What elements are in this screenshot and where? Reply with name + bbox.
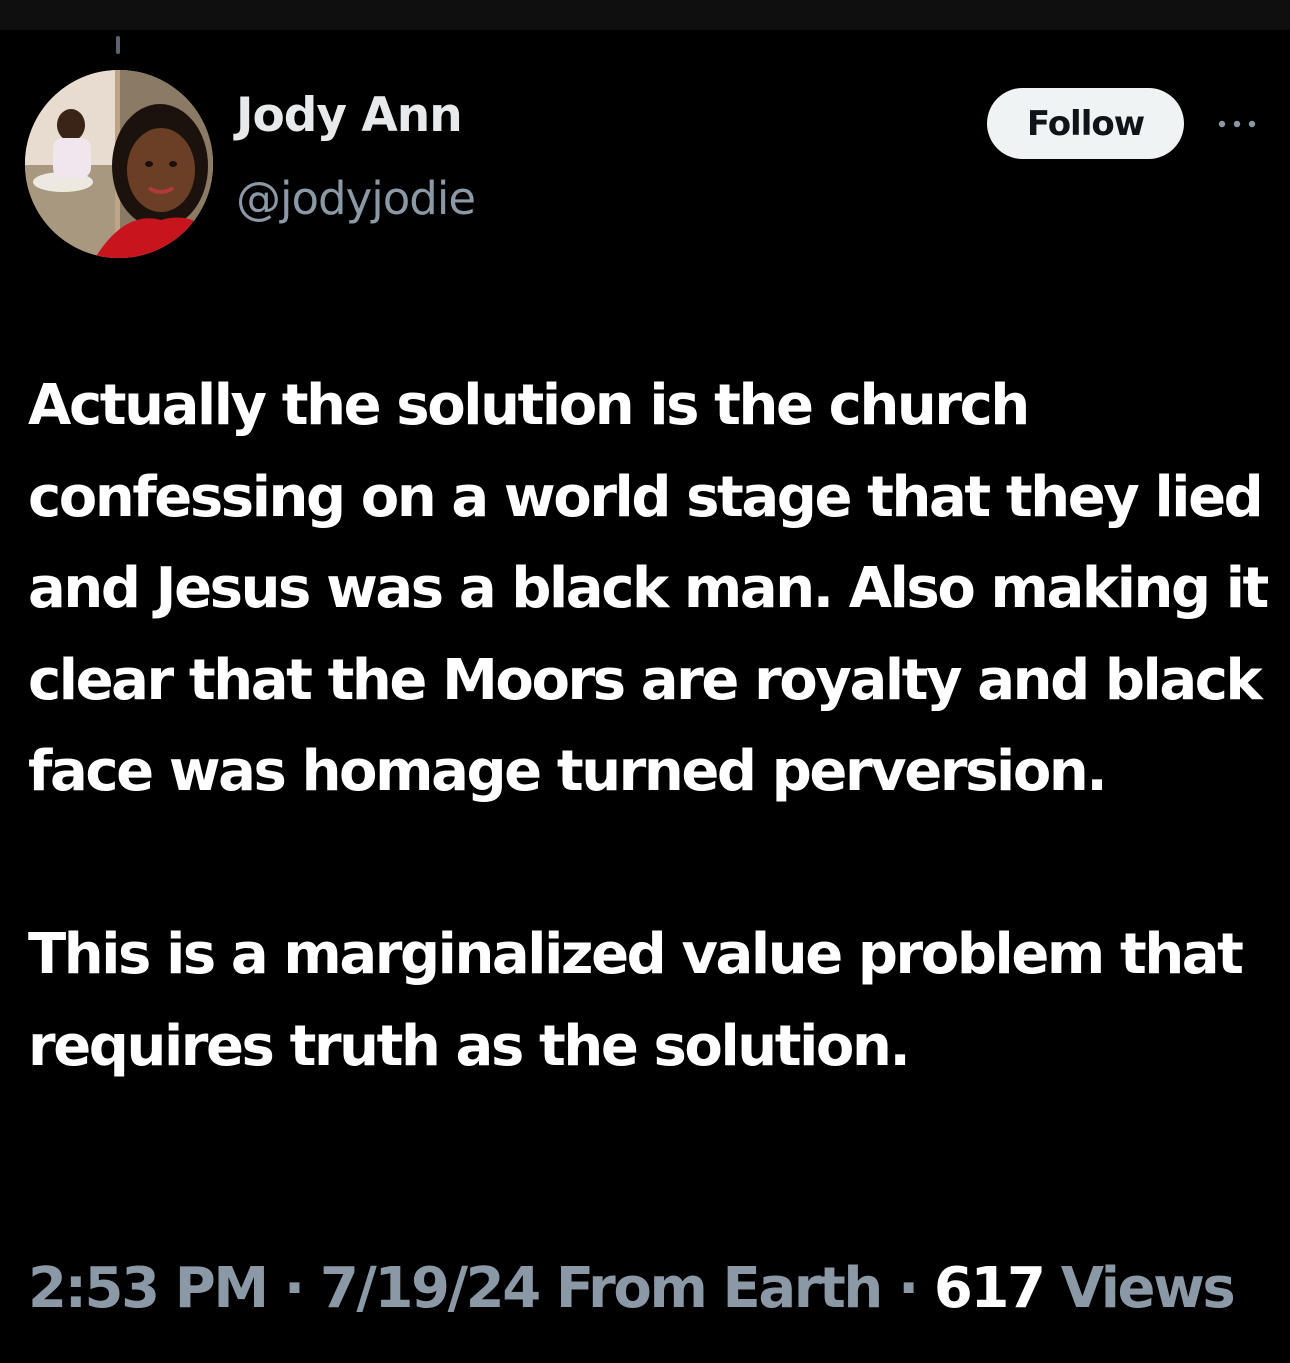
tweet-date[interactable]: 7/19/24 [320,1256,541,1321]
tweet-text: Actually the solution is the church conf… [28,360,1269,1092]
user-handle[interactable]: @jodyjodie [236,172,476,225]
meta-separator: · [283,1256,305,1321]
follow-button[interactable]: Follow [987,88,1184,159]
top-edge [0,0,1290,30]
meta-separator: · [897,1256,919,1321]
display-name[interactable]: Jody Ann [236,88,463,143]
more-horizontal-icon [1218,120,1256,128]
tweet-paragraph: Actually the solution is the church conf… [28,373,1269,804]
tweet-source: From Earth [555,1256,883,1321]
tweet-meta: 2:53 PM · 7/19/24 From Earth · 617 Views [28,1256,1236,1321]
views-label: Views [1060,1256,1236,1321]
avatar-photo-icon [25,70,213,258]
tweet-paragraph: This is a marginalized value problem tha… [28,922,1244,1079]
more-options-button[interactable] [1208,104,1266,142]
tweet-time[interactable]: 2:53 PM [28,1256,269,1321]
thread-connector-line [116,36,120,54]
views-count[interactable]: 617 [934,1256,1046,1321]
avatar[interactable] [25,70,213,258]
